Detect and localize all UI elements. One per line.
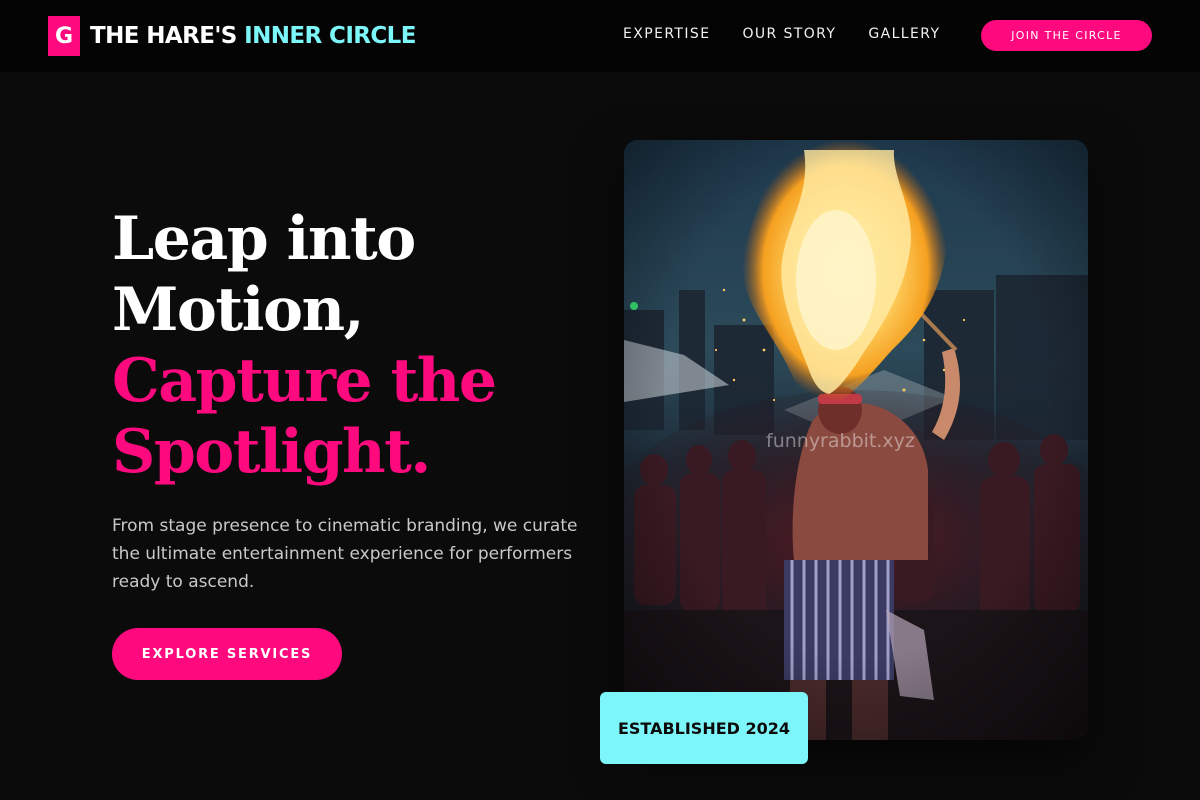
join-the-circle-button[interactable]: JOIN THE CIRCLE: [981, 20, 1152, 51]
brand-name-primary: THE HARE'S: [90, 23, 237, 49]
nav-link-our-story[interactable]: OUR STORY: [742, 24, 836, 44]
hero-title-accent-line-2: Spotlight.: [112, 417, 431, 487]
hero-title-line-2: Motion,: [112, 275, 364, 345]
established-badge: ESTABLISHED 2024: [600, 692, 808, 764]
hero-title-line-1: Leap into: [112, 204, 416, 274]
main-nav: EXPERTISE OUR STORY GALLERY: [623, 24, 940, 44]
nav-link-expertise[interactable]: EXPERTISE: [623, 24, 710, 44]
brand-logo[interactable]: G THE HARE'S INNER CIRCLE: [48, 16, 416, 56]
nav-link-gallery[interactable]: GALLERY: [868, 24, 940, 44]
top-navigation-bar: G THE HARE'S INNER CIRCLE EXPERTISE OUR …: [0, 0, 1200, 72]
brand-mark-icon: G: [48, 16, 80, 56]
photo-watermark: funnyrabbit.xyz: [766, 430, 915, 452]
hero-title: Leap into Motion, Capture the Spotlight.: [112, 204, 582, 488]
brand-name-accent: INNER CIRCLE: [244, 23, 416, 49]
brand-name: THE HARE'S INNER CIRCLE: [90, 23, 416, 49]
explore-services-button[interactable]: EXPLORE SERVICES: [112, 628, 342, 680]
hero-title-accent-line-1: Capture the: [112, 346, 497, 416]
hero-description: From stage presence to cinematic brandin…: [112, 516, 578, 592]
